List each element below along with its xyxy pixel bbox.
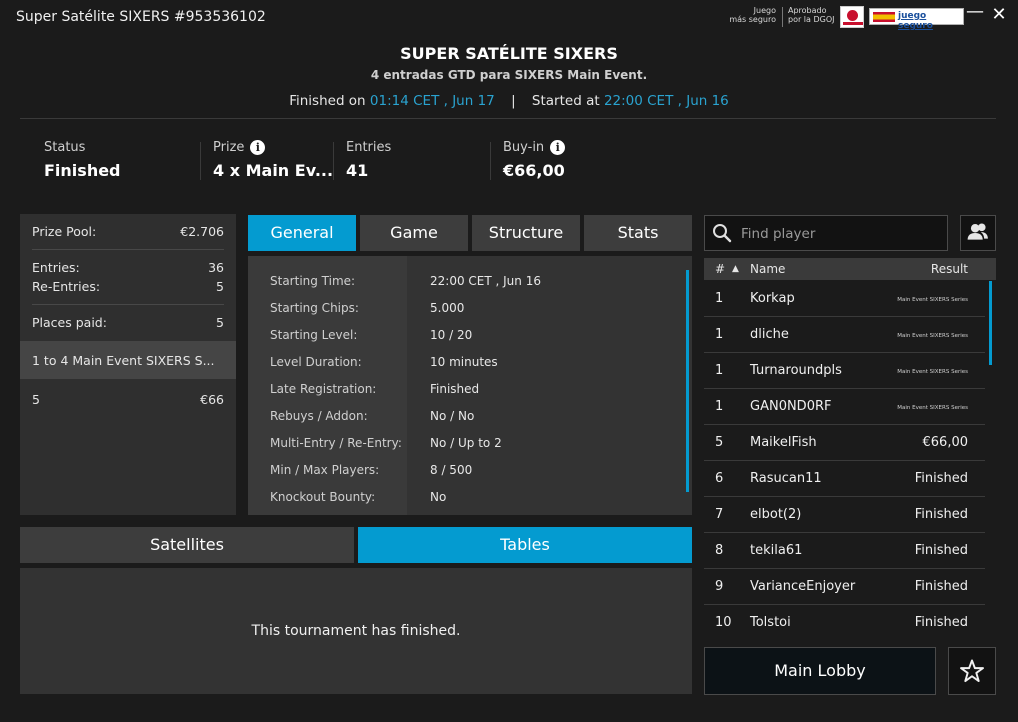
buyin-value: €66,00 <box>503 161 565 180</box>
summary-divider <box>200 142 201 180</box>
juego-mas-seguro-badge: Juego más seguro <box>729 6 776 24</box>
prize-pool-panel: Prize Pool: €2.706 Entries: 36 Re-Entrie… <box>20 214 236 515</box>
info-row: Starting Time: 22:00 CET , Jun 16 <box>270 274 541 288</box>
info-row: Min / Max Players: 8 / 500 <box>270 463 473 477</box>
entries-value: 41 <box>346 161 369 180</box>
payout-row[interactable]: 1 to 4 Main Event SIXERS S... <box>32 353 224 368</box>
search-icon <box>713 224 732 243</box>
info-row: Late Registration: Finished <box>270 382 480 396</box>
sort-asc-icon[interactable]: ▲ <box>732 264 739 274</box>
prize-pool-row: Prize Pool: €2.706 <box>32 224 224 239</box>
player-row[interactable]: 9 VarianceEnjoyer Finished <box>704 569 985 605</box>
prize-summary: Prize i 4 x Main Ev... <box>213 139 334 180</box>
tab-stats[interactable]: Stats <box>584 215 692 251</box>
star-icon <box>960 659 984 683</box>
player-row[interactable]: 8 tekila61 Finished <box>704 533 985 569</box>
title-bar: Super Satélite SIXERS #953536102 Juego m… <box>0 0 1018 35</box>
player-row[interactable]: 1 dliche Main Event SIXERS Series <box>704 317 985 353</box>
spain-flag-icon <box>873 12 895 22</box>
entries-summary: Entries 41 <box>346 139 392 181</box>
info-row: Knockout Bounty: No <box>270 490 447 504</box>
users-icon <box>967 223 988 240</box>
tab-game[interactable]: Game <box>360 215 468 251</box>
finished-time: 01:14 CET , Jun 17 <box>369 93 495 109</box>
started-time: 22:00 CET , Jun 16 <box>603 93 729 109</box>
prize-value: 4 x Main Ev... <box>213 161 334 180</box>
tournament-times: Finished on 01:14 CET , Jun 17 | Started… <box>289 93 729 109</box>
summary-divider <box>333 142 334 180</box>
tab-structure[interactable]: Structure <box>472 215 580 251</box>
player-row[interactable]: 1 GAN0ND0RF Main Event SIXERS Series <box>704 389 985 425</box>
general-info-panel[interactable]: Starting Time: 22:00 CET , Jun 16 Startin… <box>248 256 692 515</box>
main-lobby-button[interactable]: Main Lobby <box>704 647 936 695</box>
my-players-button[interactable] <box>960 215 996 251</box>
payout-row[interactable]: 5 €66 <box>32 392 224 407</box>
player-search[interactable] <box>704 215 948 251</box>
status-value: Finished <box>44 161 121 180</box>
player-row[interactable]: 10 Tolstoi Finished <box>704 605 985 641</box>
info-row: Level Duration: 10 minutes <box>270 355 498 369</box>
col-rank[interactable]: # <box>715 262 725 276</box>
tournament-subtitle: 4 entradas GTD para SIXERS Main Event. <box>370 68 648 82</box>
player-list-scrollbar[interactable] <box>989 281 992 365</box>
reentries-row: Re-Entries: 5 <box>32 279 224 294</box>
dgoj-badge: Aprobado por la DGOJ <box>788 6 835 24</box>
player-row[interactable]: 1 Turnaroundpls Main Event SIXERS Series <box>704 353 985 389</box>
info-row: Starting Chips: 5.000 <box>270 301 465 315</box>
juego-seguro-logo[interactable]: juego seguro <box>869 8 964 31</box>
header-divider <box>20 118 996 119</box>
search-input[interactable] <box>741 223 941 245</box>
finished-message: This tournament has finished. <box>251 623 461 639</box>
tournament-title: SUPER SATÉLITE SIXERS <box>400 44 618 63</box>
tab-tables[interactable]: Tables <box>358 527 692 563</box>
player-list-header: # ▲ Name Result <box>704 258 996 280</box>
entries-row: Entries: 36 <box>32 260 224 275</box>
regulator-logo[interactable] <box>840 6 864 28</box>
favorite-button[interactable] <box>948 647 996 695</box>
buyin-info-icon[interactable]: i <box>550 139 566 155</box>
badge-divider <box>782 7 783 27</box>
general-scrollbar[interactable] <box>686 270 689 492</box>
status-summary: Status Finished <box>44 139 121 181</box>
minimize-button[interactable]: — <box>964 2 986 22</box>
tab-general[interactable]: General <box>248 215 356 251</box>
col-name[interactable]: Name <box>750 262 785 276</box>
col-result[interactable]: Result <box>931 262 968 276</box>
places-paid-row: Places paid: 5 <box>32 315 224 330</box>
player-row[interactable]: 6 Rasucan11 Finished <box>704 461 985 497</box>
close-button[interactable]: ✕ <box>988 5 1010 25</box>
player-row[interactable]: 5 MaikelFish €66,00 <box>704 425 985 461</box>
info-row: Starting Level: 10 / 20 <box>270 328 473 342</box>
buyin-summary: Buy-in i €66,00 <box>503 139 566 180</box>
tab-satellites[interactable]: Satellites <box>20 527 354 563</box>
info-row: Rebuys / Addon: No / No <box>270 409 475 423</box>
player-row[interactable]: 7 elbot(2) Finished <box>704 497 985 533</box>
prize-info-icon[interactable]: i <box>250 139 266 155</box>
tables-panel: This tournament has finished. <box>20 568 692 694</box>
info-row: Multi-Entry / Re-Entry: No / Up to 2 <box>270 436 502 450</box>
summary-divider <box>490 142 491 180</box>
window-title: Super Satélite SIXERS #953536102 <box>16 9 266 25</box>
player-row[interactable]: 1 Korkap Main Event SIXERS Series <box>704 281 985 317</box>
